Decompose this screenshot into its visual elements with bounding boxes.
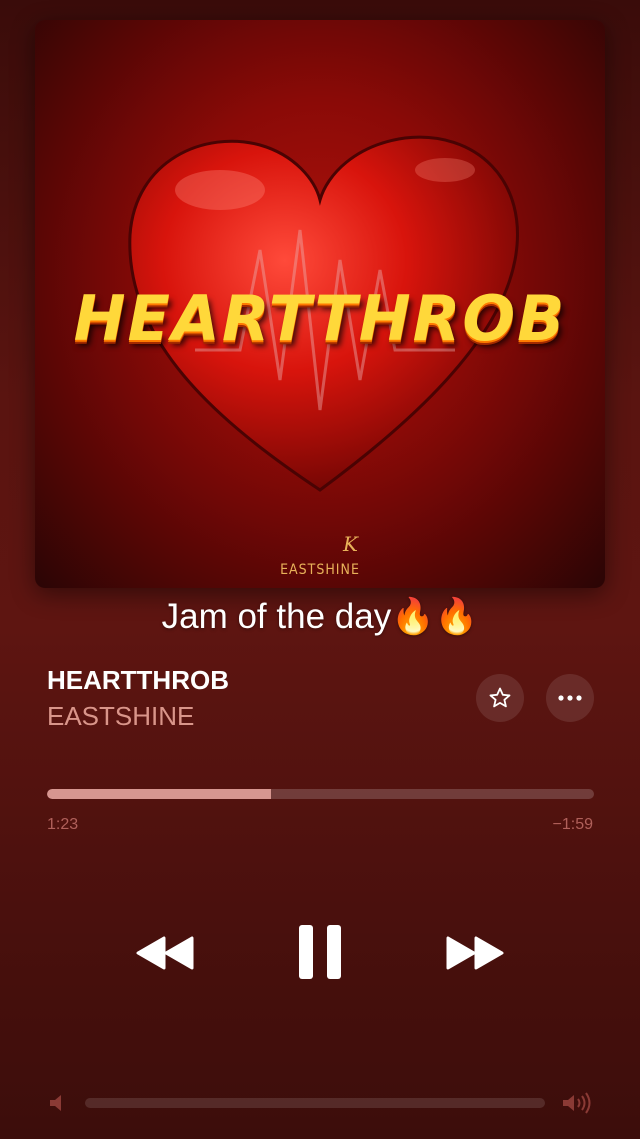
album-art-title: HEARTTHROB xyxy=(73,282,567,355)
track-artist[interactable]: EASTSHINE xyxy=(47,701,194,732)
volume-low-icon xyxy=(48,1092,68,1119)
progress-fill xyxy=(47,789,272,799)
pause-button[interactable] xyxy=(290,920,350,984)
rewind-icon xyxy=(136,936,194,970)
progress-slider[interactable] xyxy=(47,789,594,799)
elapsed-time: 1:23 xyxy=(47,816,79,833)
volume-slider[interactable] xyxy=(85,1098,545,1108)
pause-icon xyxy=(299,925,341,979)
remaining-time: −1:59 xyxy=(552,816,593,833)
fast-forward-button[interactable] xyxy=(440,930,510,976)
volume-high-icon xyxy=(561,1092,593,1119)
ellipsis-icon xyxy=(558,695,582,701)
album-art-artist: EASTSHINE xyxy=(280,562,360,578)
fast-forward-icon xyxy=(446,936,504,970)
star-icon xyxy=(489,687,511,708)
album-artwork: HEARTTHROB K EASTSHINE xyxy=(35,20,605,588)
rewind-button[interactable] xyxy=(130,930,200,976)
artist-logo: K xyxy=(343,532,358,556)
favorite-button[interactable] xyxy=(476,674,524,722)
more-options-button[interactable] xyxy=(546,674,594,722)
track-title[interactable]: HEARTTHROB xyxy=(47,665,229,696)
caption-text: Jam of the day🔥🔥 xyxy=(161,597,479,636)
